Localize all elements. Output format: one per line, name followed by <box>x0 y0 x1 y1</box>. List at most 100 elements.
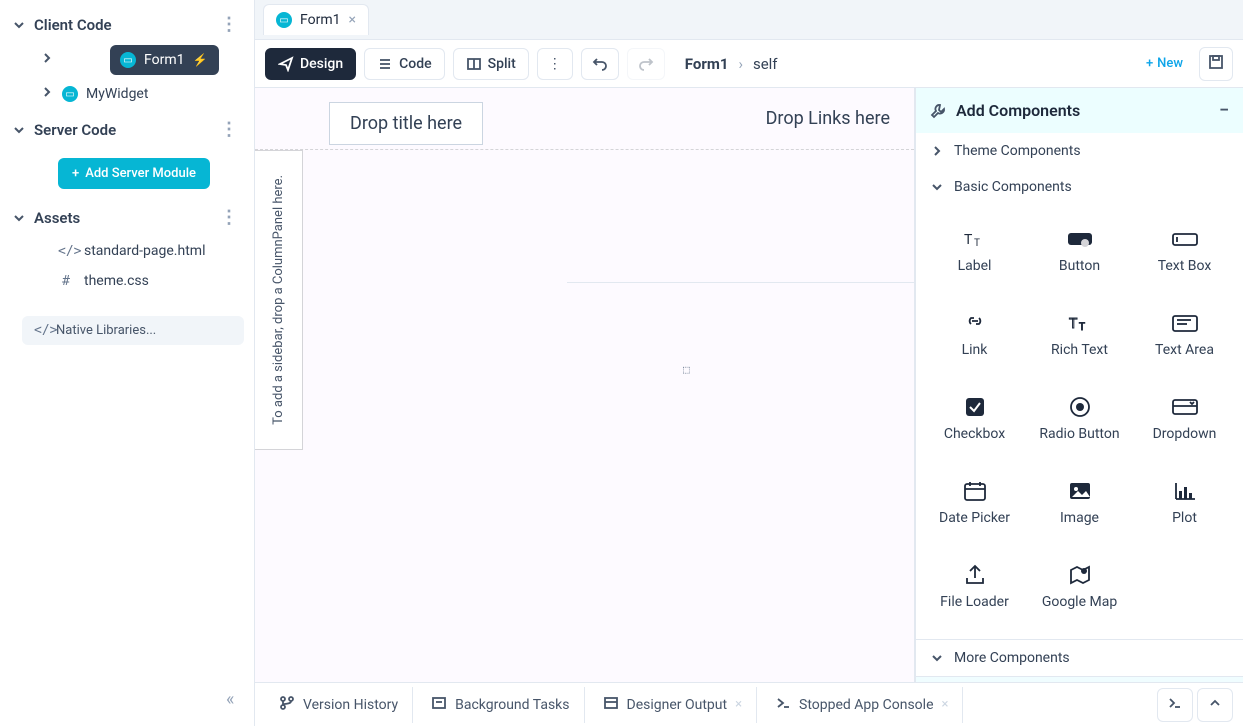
close-icon[interactable]: × <box>348 12 355 28</box>
cursor-icon: ⬚ <box>683 363 690 376</box>
component-textbox[interactable]: Text Box <box>1132 211 1237 291</box>
add-server-label: Add Server Module <box>85 166 196 181</box>
html-icon: </> <box>58 244 74 259</box>
css-icon: # <box>58 274 74 289</box>
close-icon[interactable]: × <box>735 697 742 712</box>
more-components-section[interactable]: More Components <box>916 639 1243 676</box>
split-mode-button[interactable]: Split <box>453 48 529 80</box>
version-history-tab[interactable]: Version History <box>265 687 413 723</box>
asset-standard-page[interactable]: </> standard-page.html <box>0 236 254 266</box>
asset-theme-css[interactable]: # theme.css <box>0 266 254 296</box>
editor-tabbar: ▭ Form1 × <box>255 0 1243 40</box>
component-label[interactable]: TTLabel <box>922 211 1027 291</box>
expand-panel-button[interactable] <box>1197 688 1233 722</box>
chevron-down-icon <box>930 651 944 665</box>
app-sidebar: Client Code ⋮ ▭ Form1 ⚡ ▭ My <box>0 0 255 726</box>
component-googlemap[interactable]: Google Map <box>1027 547 1132 627</box>
component-label-text: Radio Button <box>1039 426 1119 442</box>
component-textarea[interactable]: Text Area <box>1132 295 1237 375</box>
tab-label: Form1 <box>300 12 340 28</box>
plane-icon <box>278 56 294 72</box>
collapse-sidebar-button[interactable]: « <box>222 685 254 714</box>
links-dropzone[interactable]: Drop Links here <box>766 102 890 129</box>
list-icon <box>377 56 393 72</box>
component-checkbox[interactable]: Checkbox <box>922 379 1027 459</box>
code-mode-button[interactable]: Code <box>364 48 444 80</box>
component-label-text: Google Map <box>1042 594 1117 610</box>
client-code-menu-icon[interactable]: ⋮ <box>216 14 242 35</box>
title-dropzone[interactable]: Drop title here <box>329 102 483 145</box>
add-components-header[interactable]: Add Components − <box>916 88 1243 133</box>
branch-icon <box>279 695 295 715</box>
component-label-text: Date Picker <box>939 510 1010 526</box>
sidebar-item-label: Form1 <box>144 52 184 68</box>
sidebar-item-mywidget[interactable]: ▭ MyWidget <box>56 79 160 109</box>
design-canvas[interactable]: Drop title here Drop Links here To add a… <box>255 88 915 726</box>
terminal-button[interactable] <box>1157 688 1193 722</box>
sidebar-dropzone[interactable]: To add a sidebar, drop a ColumnPanel her… <box>255 150 303 450</box>
app-console-tab[interactable]: Stopped App Console × <box>761 687 963 723</box>
save-button[interactable] <box>1199 47 1233 81</box>
component-label-text: Link <box>962 342 988 358</box>
redo-button[interactable] <box>627 48 665 80</box>
code-icon: </> <box>34 323 50 338</box>
chevron-up-icon <box>1207 695 1223 711</box>
server-code-menu-icon[interactable]: ⋮ <box>216 119 242 140</box>
add-components-label: Add Components <box>956 101 1080 120</box>
component-button[interactable]: Button <box>1027 211 1132 291</box>
component-radio[interactable]: Radio Button <box>1027 379 1132 459</box>
component-dropdown[interactable]: Dropdown <box>1132 379 1237 459</box>
form-icon: ▭ <box>276 12 292 28</box>
new-button[interactable]: + New <box>1146 56 1183 71</box>
minus-icon[interactable]: − <box>1219 100 1229 121</box>
components-panel: Add Components − Theme Components Basic … <box>915 88 1243 726</box>
component-richtext[interactable]: TTRich Text <box>1027 295 1132 375</box>
sidebar-item-form1[interactable]: ▭ Form1 ⚡ <box>110 45 219 75</box>
server-code-title: Server Code <box>34 121 116 139</box>
split-label: Split <box>488 56 516 72</box>
theme-components-section[interactable]: Theme Components <box>916 133 1243 169</box>
component-label-text: Image <box>1060 510 1099 526</box>
save-icon <box>1208 54 1224 70</box>
component-plot[interactable]: Plot <box>1132 463 1237 543</box>
new-label: New <box>1157 56 1183 71</box>
designer-output-tab[interactable]: Designer Output × <box>589 687 758 723</box>
plus-icon: + <box>72 166 79 181</box>
component-label-text: Dropdown <box>1153 426 1217 442</box>
canvas-divider <box>567 282 914 283</box>
component-grid: TTLabel Button Text Box Link TTRich Text… <box>916 205 1243 639</box>
more-options-button[interactable]: ⋮ <box>537 48 573 80</box>
component-datepicker[interactable]: Date Picker <box>922 463 1027 543</box>
tab-form1[interactable]: ▭ Form1 × <box>263 4 369 35</box>
design-mode-button[interactable]: Design <box>265 48 356 80</box>
basic-components-section[interactable]: Basic Components <box>916 169 1243 205</box>
server-code-section[interactable]: Server Code ⋮ <box>0 111 254 148</box>
form-icon: ▭ <box>62 86 78 102</box>
redo-icon <box>638 56 654 72</box>
plus-icon: + <box>1146 56 1153 71</box>
svg-text:T: T <box>964 232 973 248</box>
assets-title: Assets <box>34 209 80 227</box>
sidebar-item-label: MyWidget <box>86 86 148 102</box>
undo-button[interactable] <box>581 48 619 80</box>
editor-toolbar: Design Code Split ⋮ Form1 › self <box>255 40 1243 88</box>
assets-menu-icon[interactable]: ⋮ <box>216 207 242 228</box>
client-code-section[interactable]: Client Code ⋮ <box>0 6 254 43</box>
console-icon <box>775 695 791 715</box>
assets-section[interactable]: Assets ⋮ <box>0 199 254 236</box>
component-link[interactable]: Link <box>922 295 1027 375</box>
add-server-module-button[interactable]: + Add Server Module <box>58 158 210 189</box>
chevron-right-icon[interactable] <box>40 85 54 103</box>
component-image[interactable]: Image <box>1027 463 1132 543</box>
client-code-title: Client Code <box>34 16 112 34</box>
close-icon[interactable]: × <box>942 697 949 712</box>
background-tasks-tab[interactable]: Background Tasks <box>417 687 584 723</box>
chevron-right-icon[interactable] <box>40 51 54 69</box>
component-fileloader[interactable]: File Loader <box>922 547 1027 627</box>
component-label-text: Plot <box>1172 510 1197 526</box>
chevron-right-icon <box>930 144 944 158</box>
svg-text:T: T <box>1079 322 1085 333</box>
breadcrumb-leaf[interactable]: self <box>753 55 778 73</box>
breadcrumb-root[interactable]: Form1 <box>685 55 729 73</box>
native-libraries-button[interactable]: </> Native Libraries... <box>22 316 244 345</box>
